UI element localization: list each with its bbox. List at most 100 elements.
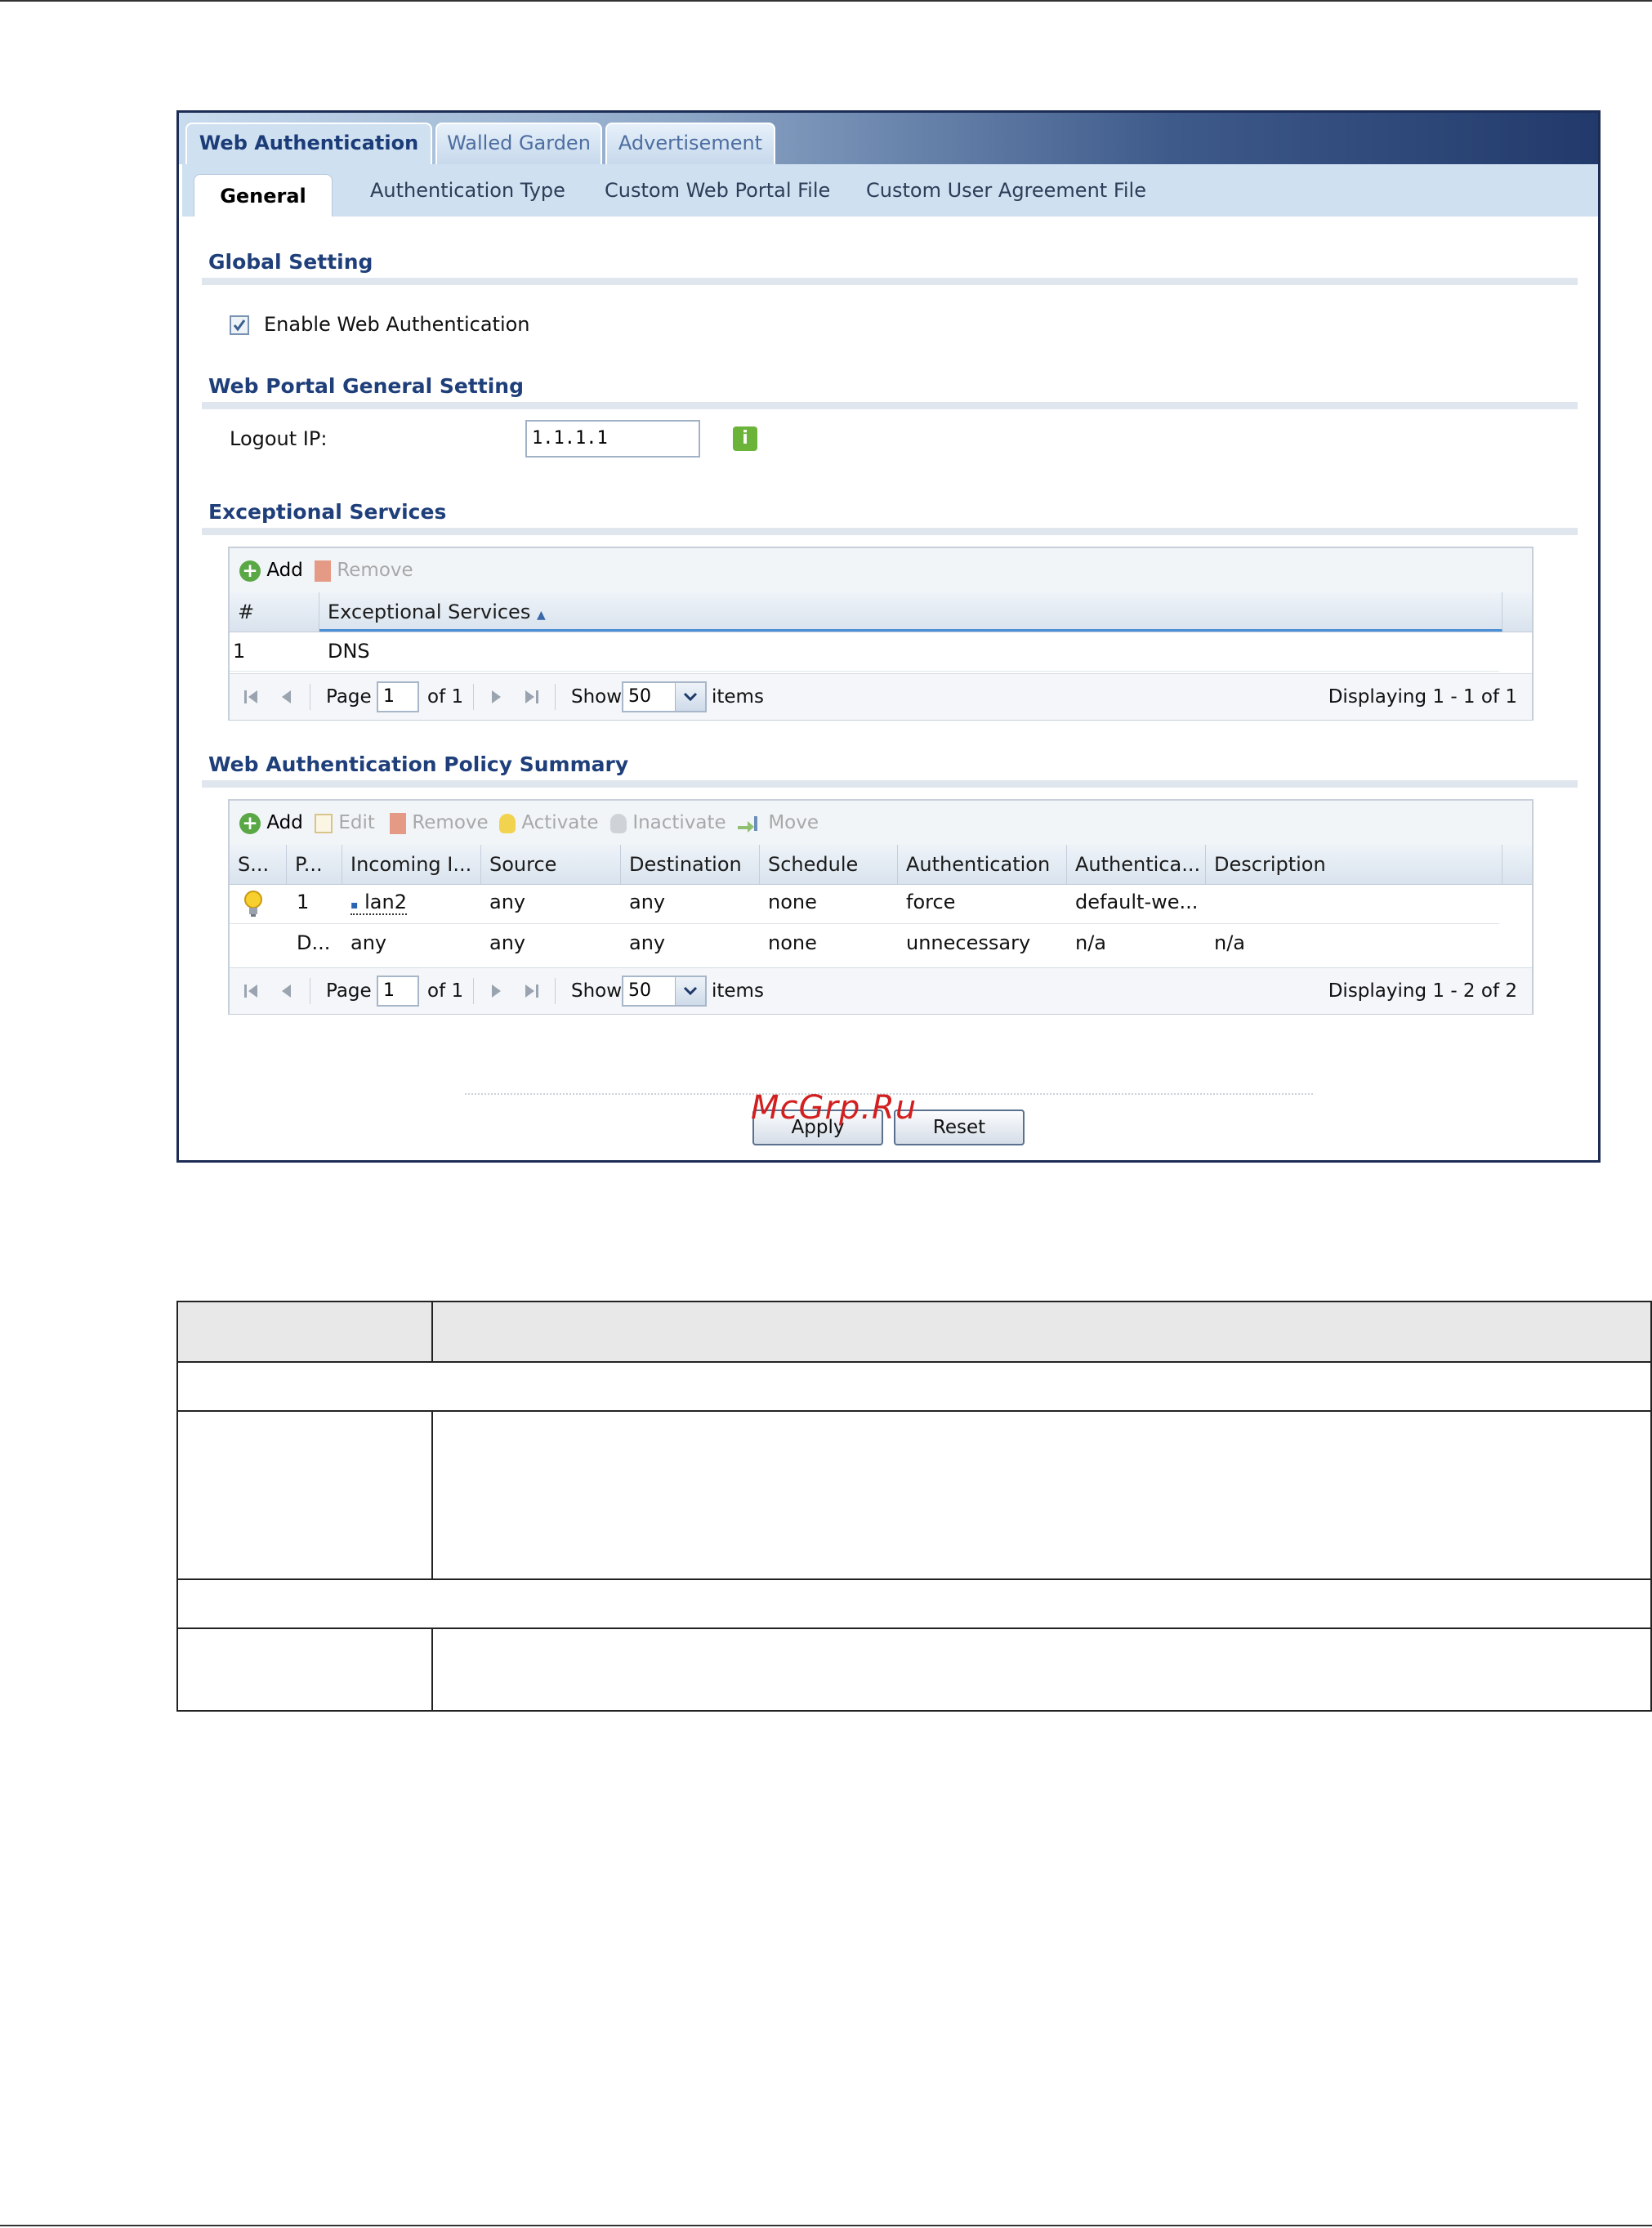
row-divider <box>230 923 1499 924</box>
trash-icon <box>315 560 331 582</box>
interface-icon: ▪ <box>350 899 359 912</box>
first-page-icon[interactable] <box>241 687 261 707</box>
last-page-icon[interactable] <box>522 687 542 707</box>
enable-web-authentication-label: Enable Web Authentication <box>264 313 530 336</box>
top-tab-bar: Web Authentication Walled Garden Adverti… <box>179 113 1598 164</box>
column-header-status[interactable]: S... <box>230 845 287 884</box>
edit-label: Edit <box>338 812 375 833</box>
tab-web-authentication[interactable]: Web Authentication <box>185 123 432 164</box>
subtab-authentication-type[interactable]: Authentication Type <box>370 164 565 217</box>
exceptional-row-service: DNS <box>328 640 370 663</box>
tab-advertisement[interactable]: Advertisement <box>605 123 775 164</box>
last-page-icon[interactable] <box>522 981 542 1001</box>
page-number-input[interactable]: 1 <box>377 976 419 1007</box>
exceptional-services-panel: + Add Remove # Exceptional Services ▲ 1 … <box>228 547 1534 721</box>
description-table <box>176 1301 1652 1712</box>
policy-row-destination: any <box>629 891 666 913</box>
sort-ascending-icon: ▲ <box>536 609 546 622</box>
column-header-destination[interactable]: Destination <box>621 845 760 884</box>
policy-move-button[interactable]: Move <box>736 810 819 835</box>
policy-row-schedule: none <box>768 931 817 954</box>
policy-row-priority: 1 <box>297 891 310 913</box>
column-header-number[interactable]: # <box>230 592 319 632</box>
column-header-priority[interactable]: P... <box>287 845 342 884</box>
pager-separator <box>555 684 556 710</box>
policy-table-header: S... P... Incoming I... Source Destinati… <box>230 845 1532 885</box>
show-label: Show <box>571 686 623 708</box>
subtab-custom-web-portal-file[interactable]: Custom Web Portal File <box>605 164 830 217</box>
page-label: Page <box>326 686 372 708</box>
next-page-icon[interactable] <box>486 687 506 707</box>
exceptional-add-button[interactable]: + Add <box>239 558 303 583</box>
column-header-exceptional-services[interactable]: Exceptional Services ▲ <box>319 592 1502 632</box>
policy-inactivate-button[interactable]: Inactivate <box>610 810 726 835</box>
table-border <box>176 1361 1652 1363</box>
checkmark-icon <box>233 319 246 332</box>
sub-tab-bar: General Authentication Type Custom Web P… <box>182 164 1598 217</box>
section-divider <box>202 278 1578 285</box>
exceptional-remove-button[interactable]: Remove <box>315 558 413 583</box>
table-header-row <box>176 1301 1652 1361</box>
column-header-source[interactable]: Source <box>481 845 621 884</box>
policy-add-button[interactable]: + Add <box>239 810 303 835</box>
table-border <box>431 1410 433 1580</box>
logout-ip-input[interactable]: 1.1.1.1 <box>525 420 700 458</box>
lightbulb-off-icon <box>610 813 627 833</box>
row-divider <box>230 671 1499 672</box>
remove-label: Remove <box>412 812 489 833</box>
policy-remove-button[interactable]: Remove <box>390 810 489 835</box>
add-label: Add <box>266 560 303 581</box>
page-of-label: of 1 <box>427 686 464 708</box>
policy-row-description: n/a <box>1214 931 1246 954</box>
add-icon: + <box>239 560 261 582</box>
policy-row-incoming: any <box>350 931 387 954</box>
enable-web-authentication-checkbox[interactable] <box>230 315 249 335</box>
exceptional-row-number: 1 <box>233 640 246 663</box>
first-page-icon[interactable] <box>241 981 261 1001</box>
column-header-authentication-type[interactable]: Authentica... <box>1067 845 1206 884</box>
page-top-rule <box>0 0 1652 2</box>
policy-row-source: any <box>489 891 526 913</box>
web-authentication-window: Web Authentication Walled Garden Adverti… <box>176 110 1601 1163</box>
items-per-page-select[interactable]: 50 <box>622 681 707 712</box>
column-header-description[interactable]: Description <box>1206 845 1502 884</box>
policy-row-authentication-type: n/a <box>1075 931 1107 954</box>
previous-page-icon[interactable] <box>277 687 297 707</box>
policy-summary-panel: + Add Edit Remove Activate Inactivate Mo… <box>228 799 1534 1015</box>
global-setting-title: Global Setting <box>208 250 373 274</box>
table-border <box>176 1301 1652 1302</box>
displaying-count: Displaying 1 - 2 of 2 <box>1328 980 1517 1002</box>
chevron-down-icon <box>675 683 705 711</box>
items-per-page-select[interactable]: 50 <box>622 976 707 1007</box>
policy-edit-button[interactable]: Edit <box>315 810 375 835</box>
info-icon[interactable]: i <box>733 426 757 451</box>
section-divider <box>202 528 1578 535</box>
page-bottom-rule <box>0 2225 1652 2226</box>
previous-page-icon[interactable] <box>277 981 297 1001</box>
policy-pager: Page 1 of 1 Show 50 items Displaying 1 -… <box>230 967 1532 1014</box>
edit-icon <box>315 813 333 833</box>
column-header-authentication[interactable]: Authentication <box>898 845 1067 884</box>
exceptional-services-title: Exceptional Services <box>208 500 447 524</box>
column-header-incoming-interface[interactable]: Incoming I... <box>342 845 481 884</box>
section-divider <box>202 402 1578 409</box>
subtab-general[interactable]: General <box>194 174 333 217</box>
subtab-custom-user-agreement-file[interactable]: Custom User Agreement File <box>866 164 1146 217</box>
logout-ip-label: Logout IP: <box>230 427 328 450</box>
next-page-icon[interactable] <box>486 981 506 1001</box>
incoming-interface-value: lan2 <box>364 891 407 913</box>
active-status-lightbulb-icon <box>244 891 262 918</box>
table-border <box>176 1627 1652 1629</box>
displaying-count: Displaying 1 - 1 of 1 <box>1328 686 1517 708</box>
items-label: items <box>712 686 764 708</box>
policy-row-incoming-link[interactable]: ▪ lan2 <box>350 891 407 915</box>
page-number-input[interactable]: 1 <box>377 681 419 712</box>
policy-row-source: any <box>489 931 526 954</box>
items-label: items <box>712 980 764 1002</box>
policy-activate-button[interactable]: Activate <box>499 810 599 835</box>
move-icon <box>736 815 762 833</box>
tab-walled-garden[interactable]: Walled Garden <box>435 123 602 164</box>
table-border <box>176 1578 1652 1580</box>
page-label: Page <box>326 980 372 1002</box>
column-header-schedule[interactable]: Schedule <box>760 845 898 884</box>
